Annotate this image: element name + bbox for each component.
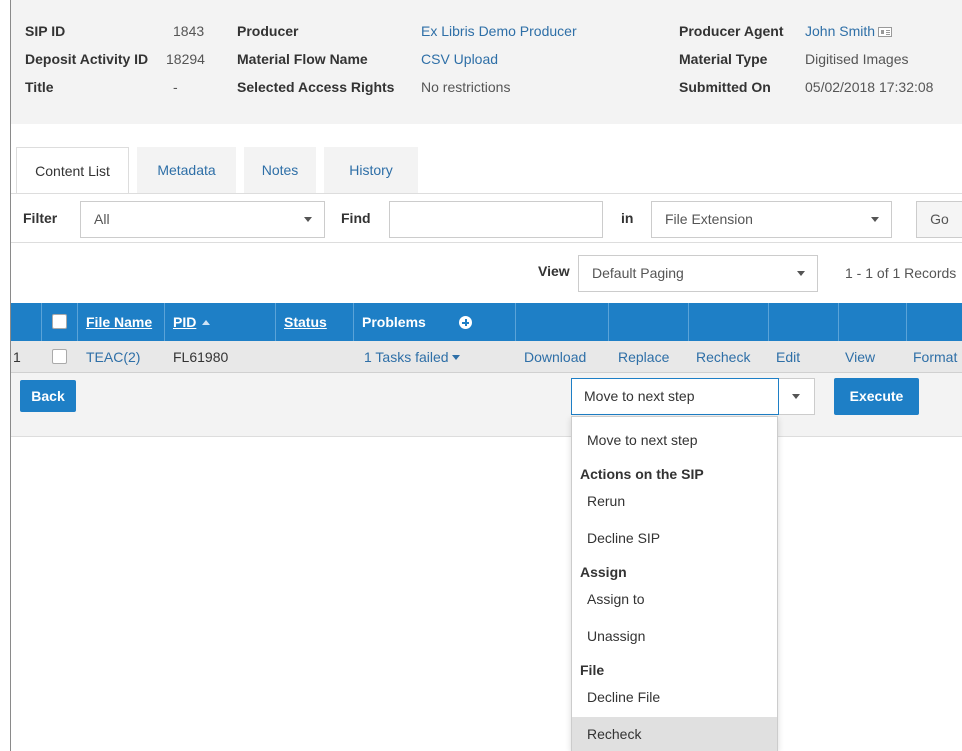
recheck-link[interactable]: Recheck	[696, 341, 750, 373]
deposit-activity-value: 18294	[166, 51, 205, 67]
chevron-down-icon	[792, 394, 800, 399]
problems-header-label: Problems	[362, 314, 426, 330]
header-pid[interactable]: PID	[165, 303, 276, 341]
producer-link[interactable]: Ex Libris Demo Producer	[421, 21, 577, 41]
sip-header: SIP ID 1843 Producer Ex Libris Demo Prod…	[11, 0, 962, 124]
row-checkbox[interactable]	[52, 349, 67, 364]
header-row-num	[11, 303, 42, 341]
pid-value: FL61980	[173, 349, 229, 365]
in-label: in	[621, 210, 634, 226]
header-checkbox-cell	[42, 303, 78, 341]
producer-agent-link[interactable]: John Smith	[805, 23, 875, 39]
table-header: File Name PID Status Problems	[11, 303, 962, 341]
chevron-down-icon	[797, 271, 805, 276]
producer-agent-label: Producer Agent	[679, 23, 784, 39]
tasks-failed-label[interactable]: 1 Tasks failed	[364, 349, 449, 365]
material-type-label: Material Type	[679, 51, 768, 67]
submitted-on-label: Submitted On	[679, 79, 771, 95]
menu-item-unassign[interactable]: Unassign	[572, 626, 777, 646]
menu-item-decline-sip[interactable]: Decline SIP	[572, 528, 777, 548]
view-link[interactable]: View	[845, 341, 875, 373]
action-select-toggle[interactable]	[779, 378, 815, 415]
submitted-on-value: 05/02/2018 17:32:08	[805, 79, 934, 95]
pid-header-label[interactable]: PID	[173, 314, 196, 330]
tab-metadata[interactable]: Metadata	[137, 147, 236, 193]
filter-bar: Filter All Find in File Extension Go	[11, 193, 962, 243]
menu-item-assign-to[interactable]: Assign to	[572, 589, 777, 609]
find-field-select[interactable]: File Extension	[651, 201, 892, 238]
header-col-replace	[609, 303, 689, 341]
menu-group-file: File	[580, 662, 605, 678]
view-row: View Default Paging 1 - 1 of 1 Records	[11, 243, 962, 303]
records-count: 1 - 1 of 1 Records	[845, 265, 957, 281]
action-select-value: Move to next step	[584, 388, 695, 404]
sort-ascending-icon	[202, 320, 211, 325]
filter-select[interactable]: All	[80, 201, 325, 238]
access-rights-label: Selected Access Rights	[237, 79, 395, 95]
material-flow-label: Material Flow Name	[237, 51, 368, 67]
tab-notes[interactable]: Notes	[244, 147, 316, 193]
caret-down-icon	[451, 355, 460, 360]
file-name-link[interactable]: TEAC(2)	[86, 341, 140, 373]
tab-history[interactable]: History	[324, 147, 418, 193]
table-row: 1 TEAC(2) FL61980 1 Tasks failed Downloa…	[11, 341, 962, 373]
contact-card-icon[interactable]	[878, 27, 893, 37]
menu-item-recheck[interactable]: Recheck	[572, 717, 777, 751]
menu-group-assign: Assign	[580, 564, 627, 580]
menu-item-move-to-next-step[interactable]: Move to next step	[572, 430, 777, 450]
replace-link[interactable]: Replace	[618, 341, 669, 373]
paging-select[interactable]: Default Paging	[578, 255, 818, 292]
material-type-value: Digitised Images	[805, 51, 909, 67]
header-col-edit	[769, 303, 839, 341]
execute-button[interactable]: Execute	[834, 378, 919, 415]
producer-agent[interactable]: John Smith	[805, 21, 893, 41]
producer-label: Producer	[237, 23, 299, 39]
paging-select-value: Default Paging	[592, 265, 684, 281]
header-file-name[interactable]: File Name	[78, 303, 165, 341]
header-col-download	[516, 303, 609, 341]
find-input[interactable]	[389, 201, 603, 238]
action-bar: Back Move to next step Execute	[11, 373, 962, 437]
page: SIP ID 1843 Producer Ex Libris Demo Prod…	[10, 0, 962, 751]
row-number: 1	[13, 349, 21, 365]
sip-id-value: 1843	[173, 23, 205, 39]
filter-select-value: All	[94, 211, 110, 227]
header-col-format	[907, 303, 962, 341]
title-value: -	[173, 79, 178, 95]
menu-item-decline-file[interactable]: Decline File	[572, 687, 777, 707]
action-select[interactable]: Move to next step	[571, 378, 779, 415]
tasks-failed-dropdown[interactable]: 1 Tasks failed	[364, 341, 460, 373]
action-dropdown-menu: Move to next step Actions on the SIP Rer…	[571, 416, 778, 751]
back-button[interactable]: Back	[20, 380, 76, 412]
find-label: Find	[341, 210, 371, 226]
select-all-checkbox[interactable]	[52, 314, 67, 329]
menu-group-actions-on-sip: Actions on the SIP	[580, 466, 704, 482]
header-problems: Problems	[354, 303, 516, 341]
access-rights-value: No restrictions	[421, 79, 511, 95]
header-col-view	[839, 303, 907, 341]
header-status[interactable]: Status	[276, 303, 354, 341]
chevron-down-icon	[304, 217, 312, 222]
sip-id-label: SIP ID	[25, 23, 66, 39]
material-flow-link[interactable]: CSV Upload	[421, 49, 498, 69]
header-col-recheck	[689, 303, 769, 341]
view-label: View	[538, 263, 570, 279]
chevron-down-icon	[871, 217, 879, 222]
tab-content-list[interactable]: Content List	[16, 147, 129, 193]
deposit-activity-label: Deposit Activity ID	[25, 51, 149, 67]
title-label: Title	[25, 79, 54, 95]
go-button[interactable]: Go	[916, 201, 962, 238]
find-field-value: File Extension	[665, 211, 753, 227]
edit-link[interactable]: Edit	[776, 341, 800, 373]
download-link[interactable]: Download	[524, 341, 586, 373]
file-name-header-label[interactable]: File Name	[86, 314, 152, 330]
format-link[interactable]: Format	[913, 341, 957, 373]
status-header-label[interactable]: Status	[284, 314, 327, 330]
menu-item-rerun[interactable]: Rerun	[572, 491, 777, 511]
filter-label: Filter	[23, 210, 58, 226]
add-column-icon[interactable]	[459, 316, 472, 329]
